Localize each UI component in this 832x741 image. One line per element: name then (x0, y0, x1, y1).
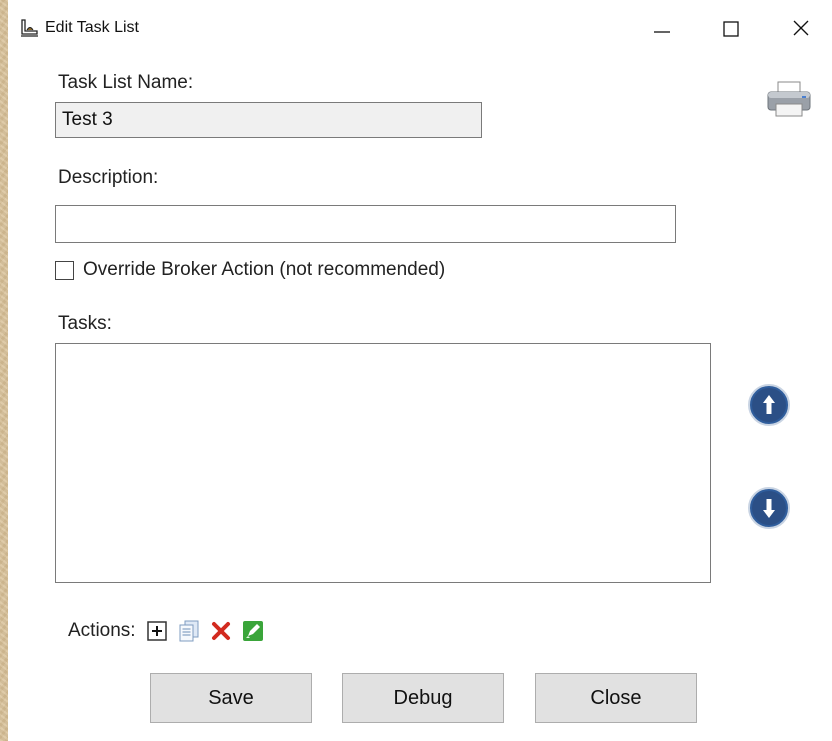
actions-toolbar: Actions: (68, 614, 264, 648)
maximize-icon (723, 21, 739, 37)
debug-button[interactable]: Debug (342, 673, 504, 723)
app-icon (21, 19, 38, 37)
tasks-label: Tasks: (58, 313, 112, 334)
override-broker-checkbox-row[interactable]: Override Broker Action (not recommended) (55, 258, 445, 282)
add-icon[interactable] (146, 620, 168, 642)
move-down-icon (748, 487, 790, 529)
minimize-button[interactable] (640, 8, 686, 48)
override-broker-checkbox[interactable] (55, 260, 74, 280)
print-button[interactable] (764, 80, 814, 120)
task-list-name-label: Task List Name: (58, 72, 194, 93)
maximize-button[interactable] (708, 8, 754, 48)
override-broker-label: Override Broker Action (not recommended) (83, 259, 446, 280)
description-input[interactable] (55, 205, 676, 243)
save-button[interactable]: Save (150, 673, 312, 723)
edit-task-list-window: Edit Task List Task List Name: Test 3 De… (8, 0, 832, 741)
tasks-list[interactable] (55, 343, 711, 583)
delete-icon[interactable] (210, 620, 232, 642)
close-window-button[interactable] (778, 8, 824, 48)
move-up-icon (748, 384, 790, 426)
edit-icon[interactable] (242, 620, 264, 642)
close-button[interactable]: Close (535, 673, 697, 723)
actions-label: Actions: (68, 620, 136, 641)
close-icon (793, 20, 809, 36)
window-title: Edit Task List (45, 19, 139, 36)
move-up-button[interactable] (747, 383, 791, 427)
description-label: Description: (58, 167, 159, 188)
printer-icon (767, 81, 811, 117)
task-list-name-input[interactable] (55, 102, 482, 138)
minimize-icon (654, 31, 670, 33)
move-down-button[interactable] (747, 486, 791, 530)
title-bar: Edit Task List (8, 0, 832, 56)
copy-icon[interactable] (178, 620, 200, 642)
